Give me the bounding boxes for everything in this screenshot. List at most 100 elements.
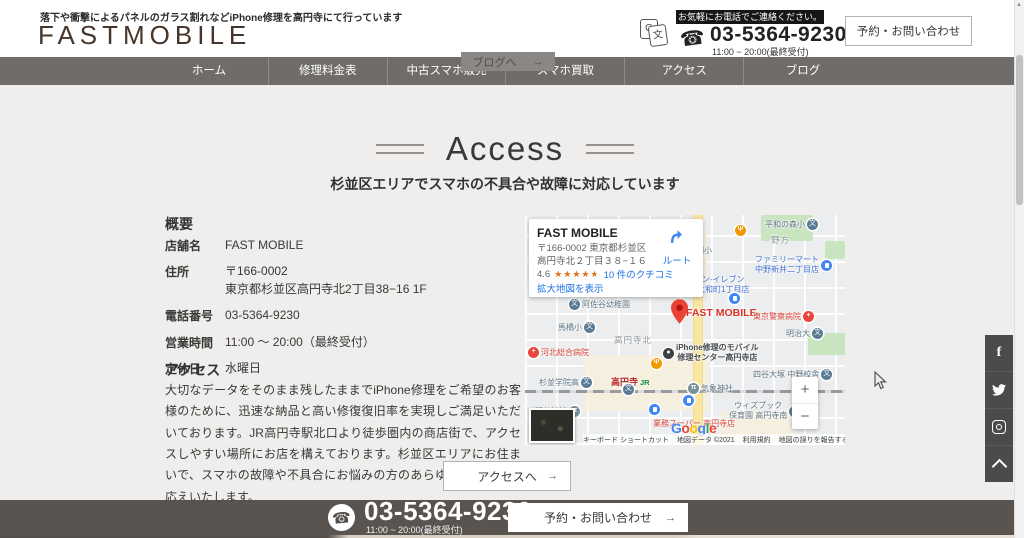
map-poi-label: 明治大 <box>786 328 810 338</box>
map-poi[interactable]: ウィズブック 保育園 高円寺南文 <box>729 401 801 421</box>
translate-icon[interactable]: G 文 <box>640 17 674 49</box>
restaurant-icon[interactable]: Ψ <box>651 358 662 369</box>
title-rule-right <box>586 144 635 154</box>
overview-value: 水曜日 <box>225 360 262 375</box>
scrollbar-thumb[interactable] <box>1016 55 1023 205</box>
reviews-link[interactable]: 10 件のクチコミ <box>604 267 674 281</box>
map-poi-label: 阿佐谷幼稚園 <box>582 299 630 309</box>
satellite-view-thumbnail[interactable] <box>529 408 575 443</box>
map-poi-label: 野方 <box>771 235 791 245</box>
arrow-icon: → <box>665 511 676 524</box>
footer-phone-hours: 11:00 ~ 20:00(最終受付) <box>366 525 463 535</box>
map-poi[interactable]: 明治大文 <box>786 328 823 339</box>
map-poi-label: 馬橋小 <box>558 322 582 332</box>
map-pin-icon[interactable] <box>671 299 688 329</box>
google-map[interactable]: 平和の森小文野方Ψ啓明小ファミリーマート 中野新井二丁目店セブン-イレブン 野方… <box>525 215 845 445</box>
arrow-icon: → <box>547 470 558 482</box>
map-attribution-item[interactable]: 地図の誤りを報告する <box>779 435 845 445</box>
map-poi[interactable]: π 気象神社 <box>688 383 733 394</box>
map-poi-label: 気象神社 <box>701 383 733 393</box>
map-poi-label: 河北総合病院 <box>541 347 589 357</box>
map-card-rating-row: 4.6 ★★★★★ ★★★★★ 10 件のクチコミ <box>537 267 674 282</box>
overview-label: 電話番号 <box>165 309 214 324</box>
overview-value: 〒166-0002 東京都杉並区高円寺北2丁目38−16 1F <box>225 264 427 296</box>
store-icon[interactable] <box>683 395 694 406</box>
map-poi[interactable]: 杉並学院高文 <box>539 377 592 388</box>
map-poi[interactable]: 馬橋小文 <box>558 322 595 333</box>
access-heading: アクセス <box>165 362 221 378</box>
facebook-icon[interactable]: f <box>985 335 1013 371</box>
overview-heading: 概要 <box>165 216 193 232</box>
school-icon: 文 <box>812 328 823 339</box>
map-poi[interactable]: + 河北総合病院 <box>528 347 589 358</box>
site-logo[interactable]: FASTMOBILE <box>38 20 251 51</box>
page: 落下や衝撃によるパネルのガラス割れなどiPhone修理を高円寺にて行っています … <box>0 0 1024 538</box>
cart-icon[interactable] <box>649 404 660 415</box>
overview-row: 住所 〒166-0002 東京都杉並区高円寺北2丁目38−16 1F <box>165 263 520 298</box>
map-poi[interactable]: 文阿佐谷幼稚園 <box>569 299 630 310</box>
map-zoom-control: + − <box>792 377 818 429</box>
school-icon: 文 <box>581 377 592 388</box>
star-rating-icon: ★★★★★ ★★★★★ <box>554 268 600 279</box>
arrow-icon: → <box>950 25 961 37</box>
map-poi[interactable]: FAST MOBILE <box>686 307 757 320</box>
store-icon <box>683 395 694 406</box>
zoom-in-button[interactable]: + <box>792 377 818 404</box>
map-poi[interactable]: 東京警察病院 + <box>753 311 814 322</box>
twitter-icon[interactable] <box>985 371 1013 408</box>
route-button[interactable]: ルート <box>660 229 694 267</box>
restaurant-icon[interactable]: Ψ <box>735 225 746 236</box>
instagram-icon[interactable] <box>985 408 1013 445</box>
school-icon[interactable]: 文 <box>623 384 634 395</box>
expand-map-link[interactable]: 拡大地図を表示 <box>537 281 604 295</box>
zoom-out-button[interactable]: − <box>792 404 818 430</box>
map-poi[interactable]: 高円寺北 <box>614 335 652 346</box>
map-poi-label: FAST MOBILE <box>686 307 757 319</box>
school-icon: 文 <box>569 299 580 310</box>
nav-item-access[interactable]: アクセス <box>624 57 743 85</box>
map-attribution-item[interactable]: キーボード ショートカット <box>583 435 669 445</box>
map-attribution[interactable]: キーボード ショートカット 地図データ ©2021 利用規約 地図の誤りを報告する <box>583 434 845 445</box>
overview-label: 住所 <box>165 265 190 280</box>
overview-value: 03-5364-9230 <box>225 308 300 323</box>
header-phone-number[interactable]: 03-5364-9230 <box>710 23 847 47</box>
overview-row: 店舗名 FAST MOBILE <box>165 237 520 254</box>
map-poi[interactable]: 平和の森小文 <box>765 219 818 230</box>
map-poi[interactable]: ファミリーマート 中野新井二丁目店 <box>755 255 832 275</box>
contact-button-header[interactable]: 予約・お問い合わせ → <box>845 16 972 46</box>
map-poi-label: 東京警察病院 <box>753 311 801 321</box>
bus-icon[interactable] <box>729 293 740 304</box>
map-attribution-item[interactable]: 地図データ ©2021 <box>677 435 735 445</box>
contact-button-footer[interactable]: 予約・お問い合わせ → <box>508 503 688 532</box>
access-page-button[interactable]: アクセスへ → <box>443 461 571 491</box>
hospital-icon: + <box>803 311 814 322</box>
cart-icon <box>649 404 660 415</box>
bus-icon <box>729 293 740 304</box>
overview-row: 営業時間 11:00 ～ 20:00（最終受付） <box>165 334 520 351</box>
nav-item-blog[interactable]: ブログ <box>743 57 862 85</box>
restaurant-icon: Ψ <box>735 225 746 236</box>
map-poi-label: 杉並学院高 <box>539 377 579 387</box>
map-poi-label: iPhone修理のモバイル 修理センター高円寺店 <box>676 343 759 362</box>
scroll-top-icon[interactable] <box>985 445 1013 482</box>
scrollbar-up-arrow[interactable]: ▲ <box>1016 2 1022 8</box>
school-icon: 文 <box>807 219 818 230</box>
restaurant-icon: Ψ <box>651 358 662 369</box>
map-poi[interactable]: ● iPhone修理のモバイル 修理センター高円寺店 <box>663 343 759 363</box>
jr-icon: JR <box>640 377 650 387</box>
scrollbar[interactable]: ▲ <box>1014 0 1024 538</box>
site-header: 落下や衝撃によるパネルのガラス割れなどiPhone修理を高円寺にて行っています … <box>0 0 1024 57</box>
map-poi-label: ウィズブック 保育園 高円寺南 <box>729 401 788 420</box>
overview-value: FAST MOBILE <box>225 238 304 252</box>
map-card-address: 〒166-0002 東京都杉並区高円寺北２丁目３８−１６ <box>537 243 648 267</box>
map-poi[interactable]: 野方 <box>771 235 790 246</box>
overview-value: 11:00 ～ 20:00（最終受付） <box>225 334 375 349</box>
nav-item-home[interactable]: ホーム <box>150 57 268 85</box>
overview-label: 店舗名 <box>165 239 202 253</box>
school-icon: 文 <box>584 322 595 333</box>
rating-value: 4.6 <box>537 268 551 280</box>
blog-popup[interactable]: ブログへ → <box>461 52 555 71</box>
nav-item-repair-price[interactable]: 修理料金表 <box>267 57 387 85</box>
map-attribution-item[interactable]: 利用規約 <box>743 435 771 445</box>
hospital-icon: + <box>528 347 539 358</box>
